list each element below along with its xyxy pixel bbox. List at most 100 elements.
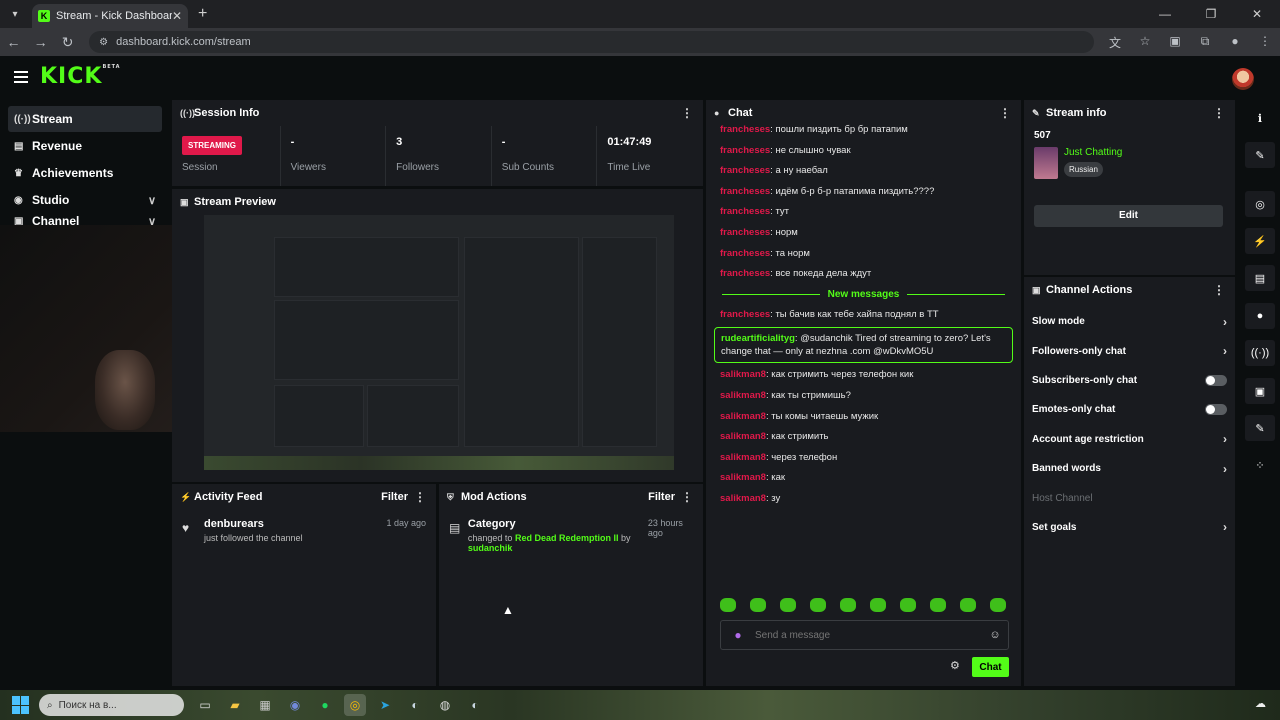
task-view-icon[interactable]: ▭ [194, 694, 216, 716]
lightning-icon[interactable]: ⚡ [1245, 228, 1275, 254]
chat-input[interactable] [755, 629, 982, 641]
calculator-icon[interactable]: ▦ [254, 694, 276, 716]
spotify-icon[interactable]: ● [314, 694, 336, 716]
pencil-icon[interactable]: ✎ [1245, 142, 1275, 168]
emote-icon[interactable] [900, 598, 916, 612]
host-channel-row: Host Channel [1032, 492, 1093, 504]
kick-logo[interactable]: KICKBETA [40, 64, 121, 89]
activity-filter-button[interactable]: Filter [381, 491, 408, 503]
emote-icon[interactable] [930, 598, 946, 612]
emote-icon[interactable] [870, 598, 886, 612]
chat-title: Chat [728, 107, 753, 119]
wrench-icon[interactable]: ✎ [1245, 415, 1275, 441]
broadcast-icon[interactable]: ((·)) [1245, 340, 1275, 366]
more-options-icon[interactable]: ⋮ [414, 490, 426, 504]
emote-icon[interactable] [780, 598, 796, 612]
extension-icon[interactable]: ▣ [1160, 34, 1190, 51]
mod-filter-button[interactable]: Filter [648, 491, 675, 503]
session-icon: ((·)) [180, 108, 195, 118]
tab-title: Stream - Kick Dashboard [56, 10, 172, 22]
taskbar-search[interactable]: ⌕ Поиск на в... [39, 694, 184, 716]
file-explorer-icon[interactable]: ▰ [224, 694, 246, 716]
sidebar-item-revenue[interactable]: ▤ Revenue [8, 133, 162, 159]
emote-icon[interactable] [840, 598, 856, 612]
stream-preview-title: Stream Preview [194, 196, 276, 208]
microphone-icon[interactable]: ● [721, 628, 755, 642]
profile-icon[interactable]: ● [1220, 34, 1250, 51]
edit-button[interactable]: Edit [1034, 205, 1223, 227]
steam-alt-icon[interactable]: ◐ [464, 694, 486, 716]
kick-header: KICKBETA [0, 56, 1280, 100]
lightning-icon: ⚡ [180, 491, 192, 502]
session-info-panel: ((·)) Session Info ⋮ STREAMING Session -… [172, 100, 703, 186]
emote-icon[interactable] [720, 598, 736, 612]
tab-list-icon[interactable]: ▾ [4, 3, 26, 25]
url-field[interactable]: ⚙ dashboard.kick.com/stream [89, 31, 1094, 53]
close-window-icon[interactable]: ✕ [1234, 0, 1280, 28]
telegram-icon[interactable]: ➤ [374, 694, 396, 716]
more-options-icon[interactable]: ⋮ [681, 490, 693, 504]
chevron-right-icon: › [1223, 344, 1227, 359]
kick-favicon-icon: K [38, 10, 50, 22]
chat-settings-gear-icon[interactable]: ⚙ [950, 659, 960, 672]
emote-icon[interactable] [960, 598, 976, 612]
back-icon[interactable]: ← [0, 34, 27, 50]
tray-cloud-icon[interactable]: ☁ [1255, 697, 1266, 710]
windows-taskbar: ⌕ Поиск на в... ▭ ▰ ▦ ◉ ● ◎ ➤ ◐ ◍ ◐ ☁ [0, 690, 1280, 720]
subscribers-only-toggle[interactable] [1205, 374, 1227, 386]
emotes-only-toggle[interactable] [1205, 404, 1227, 416]
windows-start-icon[interactable] [12, 696, 30, 714]
steam-icon[interactable]: ◐ [404, 694, 426, 716]
apps-icon[interactable]: ⁘ [1245, 452, 1275, 478]
sidebar-item-achievements[interactable]: ♛ Achievements [8, 160, 162, 186]
forward-icon[interactable]: → [27, 34, 54, 50]
user-avatar[interactable] [1232, 68, 1254, 90]
send-chat-button[interactable]: Chat [972, 657, 1009, 677]
new-tab-icon[interactable]: + [198, 5, 207, 23]
user-card-icon[interactable]: ▣ [1245, 378, 1275, 404]
reload-icon[interactable]: ↻ [54, 34, 81, 51]
account-age-row[interactable]: Account age restriction › [1024, 425, 1235, 454]
chat-message: francheses: тут [720, 206, 790, 218]
slow-mode-row[interactable]: Slow mode › [1024, 307, 1235, 336]
minimize-icon[interactable]: — [1142, 0, 1188, 28]
sidebar-item-stream[interactable]: ((·)) Stream [8, 106, 162, 132]
banned-words-row[interactable]: Banned words › [1024, 454, 1235, 483]
puzzle-icon[interactable]: ⧉ [1190, 34, 1220, 51]
more-options-icon[interactable]: ⋮ [999, 106, 1011, 120]
new-messages-divider[interactable]: New messages [714, 285, 1013, 305]
followers-only-row[interactable]: Followers-only chat › [1024, 336, 1235, 365]
emote-icon[interactable] [750, 598, 766, 612]
emoji-picker-icon[interactable]: ☺ [982, 629, 1008, 641]
chat-bubble-icon[interactable]: ● [1245, 303, 1275, 329]
site-info-icon[interactable]: ⚙ [99, 37, 108, 48]
camera-icon[interactable]: ◎ [1245, 191, 1275, 217]
stream-preview-video[interactable] [204, 215, 674, 470]
bookmark-star-icon[interactable]: ☆ [1130, 34, 1160, 51]
maximize-icon[interactable]: ❐ [1188, 0, 1234, 28]
category-link[interactable]: Just Chatting [1064, 147, 1122, 158]
activity-feed-panel: ⚡ Activity Feed Filter ⋮ ♥ denburears ju… [172, 484, 436, 686]
obs-icon[interactable]: ◍ [434, 694, 456, 716]
menu-icon[interactable] [14, 71, 28, 83]
chevron-right-icon: › [1223, 520, 1227, 535]
chrome-icon[interactable]: ◎ [344, 694, 366, 716]
discord-icon[interactable]: ◉ [284, 694, 306, 716]
more-options-icon[interactable]: ⋮ [1213, 283, 1225, 297]
emote-icon[interactable] [810, 598, 826, 612]
session-info-title: Session Info [194, 107, 260, 119]
clipboard-icon[interactable]: ▤ [1245, 265, 1275, 291]
emote-icon[interactable] [990, 598, 1006, 612]
stream-info-title: Stream info [1046, 107, 1107, 119]
browser-menu-icon[interactable]: ⋮ [1250, 34, 1280, 51]
more-options-icon[interactable]: ⋮ [681, 106, 693, 120]
translate-icon[interactable]: 文 [1100, 34, 1130, 51]
set-goals-row[interactable]: Set goals › [1024, 513, 1235, 542]
stat-time-live: 01:47:49 Time Live [607, 136, 652, 173]
search-icon: ⌕ [47, 699, 53, 711]
close-tab-icon[interactable]: ✕ [172, 9, 182, 23]
more-options-icon[interactable]: ⋮ [1213, 106, 1225, 120]
sidebar-item-studio[interactable]: ◉ Studio ∨ [8, 187, 162, 213]
info-icon[interactable]: ℹ [1245, 105, 1275, 131]
browser-tab[interactable]: K Stream - Kick Dashboard ✕ [32, 4, 188, 28]
